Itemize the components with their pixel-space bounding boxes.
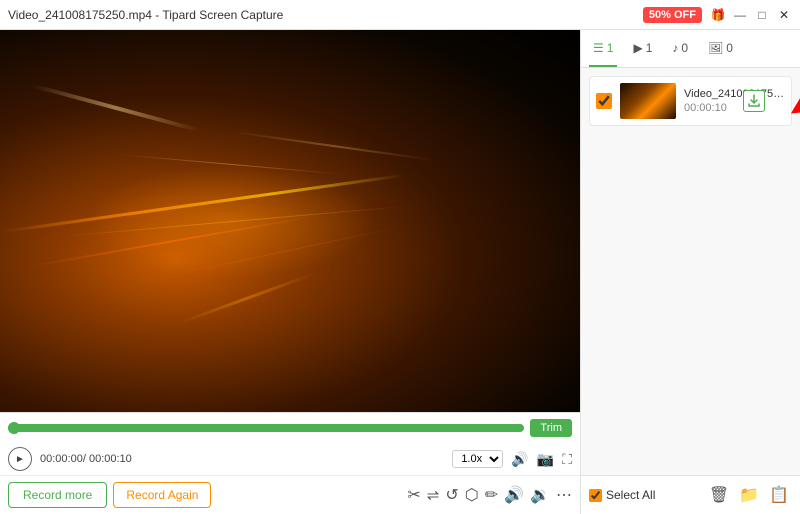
trim-button[interactable]: Trim <box>530 419 572 437</box>
left-panel: Trim ► 00:00:00/ 00:00:10 1.0x 0.5x 1.5x… <box>0 30 580 514</box>
video-tab-icon: ☰ <box>593 41 604 55</box>
tab-image[interactable]: 🖼 0 <box>704 30 737 67</box>
video-tab-count: 1 <box>607 41 614 55</box>
record-more-button[interactable]: Record more <box>8 482 107 508</box>
audio-tab-count: 0 <box>681 41 688 55</box>
window-title: Video_241008175250.mp4 - Tipard Screen C… <box>8 8 643 22</box>
play-tab-icon: ▶ <box>633 41 642 55</box>
play-tab-count: 1 <box>646 41 653 55</box>
progress-track[interactable] <box>8 424 524 432</box>
camera-icon[interactable]: 📷 <box>537 451 554 468</box>
file-list: Video_241008175250.mp4 00:00:10 <box>581 68 800 475</box>
audio2-icon[interactable]: 🔉 <box>530 485 550 505</box>
file-thumbnail <box>620 83 676 119</box>
rotate-icon[interactable]: ↺ <box>445 485 458 505</box>
volume-icon[interactable]: 🔊 <box>511 451 528 468</box>
file-duration: 00:00:10 <box>684 102 785 114</box>
select-all-checkbox[interactable] <box>589 489 602 502</box>
cut-icon[interactable]: ✂ <box>407 485 420 505</box>
video-display <box>0 30 580 412</box>
record-again-button[interactable]: Record Again <box>113 482 211 508</box>
file-name: Video_241008175250.mp4 <box>684 88 785 100</box>
play-button[interactable]: ► <box>8 447 32 471</box>
file-info: Video_241008175250.mp4 00:00:10 <box>684 88 785 114</box>
video-area <box>0 30 580 412</box>
window-controls: 🎁 — □ ✕ <box>710 7 792 23</box>
gift-icon[interactable]: 🎁 <box>710 7 726 23</box>
bottom-controls: Trim ► 00:00:00/ 00:00:10 1.0x 0.5x 1.5x… <box>0 412 580 514</box>
progress-fill <box>8 424 524 432</box>
right-bottom-toolbar: Select All 🗑 📁 📋 <box>581 475 800 514</box>
table-row: Video_241008175250.mp4 00:00:10 <box>589 76 792 126</box>
delete-button[interactable]: 🗑 <box>706 482 732 508</box>
progress-thumb[interactable] <box>8 422 20 434</box>
tab-audio[interactable]: ♪ 0 <box>668 30 692 67</box>
audio-icon[interactable]: 🔊 <box>504 485 524 505</box>
progress-bar-area: Trim <box>0 413 580 443</box>
tab-bar: ☰ 1 ▶ 1 ♪ 0 🖼 0 <box>581 30 800 68</box>
time-display: 00:00:00/ 00:00:10 <box>40 453 132 465</box>
merge-icon[interactable]: ⬡ <box>465 485 479 505</box>
action-bar: Record more Record Again ✂ ⇌ ↺ ⬡ ✏ 🔊 🔉 ⋯ <box>0 475 580 514</box>
playback-controls: ► 00:00:00/ 00:00:10 1.0x 0.5x 1.5x 2.0x… <box>0 443 580 475</box>
tab-video[interactable]: ☰ 1 <box>589 30 617 67</box>
maximize-button[interactable]: □ <box>754 7 770 23</box>
file-checkbox[interactable] <box>596 93 612 109</box>
select-all-label: Select All <box>606 488 655 502</box>
titlebar: Video_241008175250.mp4 - Tipard Screen C… <box>0 0 800 30</box>
edit-icon[interactable]: ✏ <box>485 485 498 505</box>
close-button[interactable]: ✕ <box>776 7 792 23</box>
minimize-button[interactable]: — <box>732 7 748 23</box>
promo-badge[interactable]: 50% OFF <box>643 7 702 23</box>
right-panel: ☰ 1 ▶ 1 ♪ 0 🖼 0 <box>580 30 800 514</box>
more-icon[interactable]: ⋯ <box>556 485 572 505</box>
time-current: 00:00:00 <box>40 453 83 465</box>
audio-tab-icon: ♪ <box>672 41 678 55</box>
select-all-area: Select All <box>589 488 702 502</box>
file-action-button[interactable] <box>743 90 765 112</box>
main-container: Trim ► 00:00:00/ 00:00:10 1.0x 0.5x 1.5x… <box>0 30 800 514</box>
fullscreen-icon[interactable]: ⛶ <box>562 451 572 468</box>
speed-select[interactable]: 1.0x 0.5x 1.5x 2.0x <box>452 450 503 468</box>
tab-play[interactable]: ▶ 1 <box>629 30 656 67</box>
image-tab-count: 0 <box>726 41 733 55</box>
clipboard-button[interactable]: 📋 <box>766 482 792 508</box>
folder-button[interactable]: 📁 <box>736 482 762 508</box>
image-tab-icon: 🖼 <box>708 41 723 55</box>
adjust-icon[interactable]: ⇌ <box>427 486 440 504</box>
time-total: 00:00:10 <box>89 453 132 465</box>
